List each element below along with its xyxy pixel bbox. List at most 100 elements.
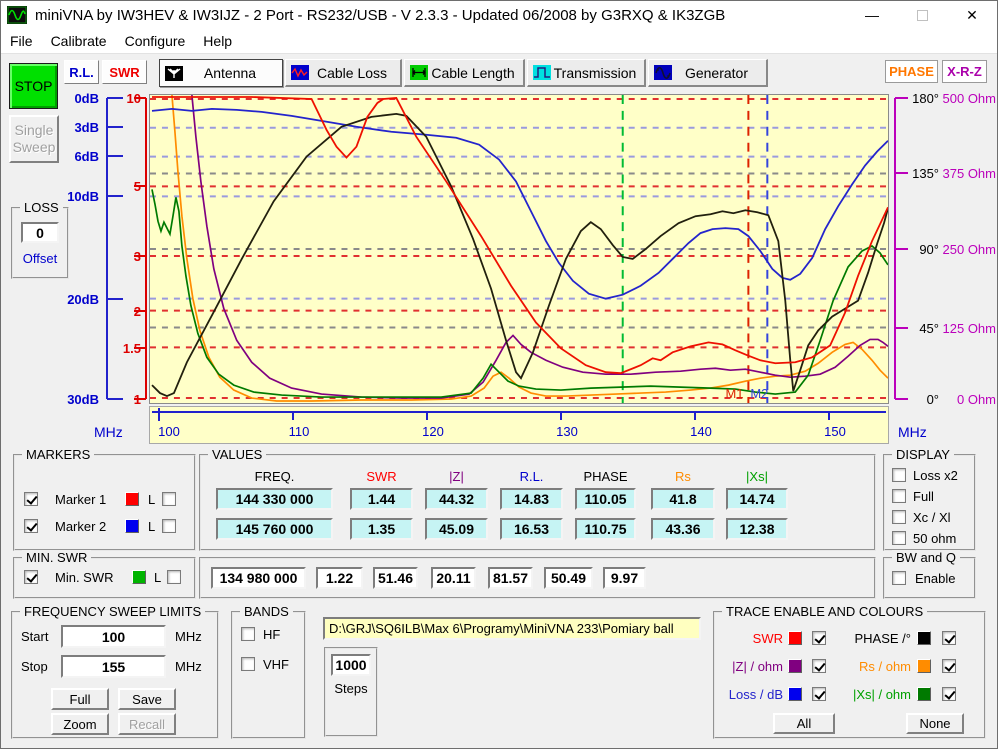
marker1-l-checkbox[interactable] — [162, 492, 176, 506]
menu-calibrate[interactable]: Calibrate — [42, 31, 116, 51]
min-swr-rs-value: 50.49 — [544, 567, 593, 589]
trace-xs-label: |Xs| / ohm — [843, 687, 911, 702]
tab-generator-label: Generator — [672, 65, 761, 81]
trace-rs-swatch[interactable] — [917, 659, 931, 673]
start-freq-field[interactable]: 100 — [61, 625, 166, 648]
trace-z-checkbox[interactable] — [812, 659, 826, 673]
single-sweep-label1: Single — [15, 122, 54, 139]
steps-field[interactable]: 1000 — [331, 654, 371, 676]
zoom-button[interactable]: Zoom — [51, 713, 109, 735]
db-scale-3: 3dB — [51, 120, 99, 135]
ohm-scale-125: 125 Ohm — [942, 321, 996, 336]
tab-antenna[interactable]: Antenna — [159, 59, 283, 87]
trace-loss-swatch[interactable] — [788, 687, 802, 701]
min-swr-checkbox[interactable] — [24, 570, 38, 584]
x-tick-120: 120 — [413, 424, 453, 439]
bwq-panel-title: BW and Q — [892, 550, 960, 565]
trace-xs-swatch[interactable] — [917, 687, 931, 701]
marker2-rs-value: 43.36 — [651, 518, 715, 540]
cable-length-icon — [410, 65, 428, 80]
trace-loss-checkbox[interactable] — [812, 687, 826, 701]
swr-button[interactable]: SWR — [102, 60, 147, 84]
full-sweep-button[interactable]: Full — [51, 688, 109, 710]
mhz-label-left: MHz — [94, 424, 123, 440]
marker1-color-swatch[interactable] — [125, 492, 139, 506]
header-freq: FREQ. — [216, 469, 333, 484]
start-label: Start — [21, 629, 48, 644]
x-tick-150: 150 — [815, 424, 855, 439]
trace-none-button[interactable]: None — [906, 713, 964, 734]
tab-cable-length-label: Cable Length — [428, 65, 518, 81]
min-swr-color-swatch[interactable] — [132, 570, 146, 584]
trace-all-button[interactable]: All — [773, 713, 835, 734]
db-scale-20: 20dB — [51, 292, 99, 307]
trace-xs-checkbox[interactable] — [942, 687, 956, 701]
save-button[interactable]: Save — [118, 688, 176, 710]
window-title: miniVNA by IW3HEV & IW3IJZ - 2 Port - RS… — [35, 7, 725, 24]
marker1-freq-value: 144 330 000 — [216, 488, 333, 510]
trace-z-swatch[interactable] — [788, 659, 802, 673]
x-tick-110: 110 — [279, 424, 319, 439]
marker2-label: Marker 2 — [55, 519, 106, 534]
tab-generator[interactable]: Generator — [648, 59, 768, 87]
menu-file[interactable]: File — [1, 31, 42, 51]
trace-loss-label: Loss / dB — [717, 687, 783, 702]
marker2-l-checkbox[interactable] — [162, 519, 176, 533]
hf-checkbox[interactable] — [241, 627, 255, 641]
trace-swr-checkbox[interactable] — [812, 631, 826, 645]
close-button[interactable]: ✕ — [947, 1, 997, 29]
trace-rs-checkbox[interactable] — [942, 659, 956, 673]
display-panel: DISPLAY Loss x2 Full Xc / Xl 50 ohm — [883, 454, 976, 551]
file-path-field[interactable]: D:\GRJ\SQ6ILB\Max 6\Programy\MiniVNA 233… — [323, 617, 701, 640]
deg-scale-90: 90° — [903, 242, 939, 257]
header-rs: Rs — [651, 469, 715, 484]
marker2-freq-value: 145 760 000 — [216, 518, 333, 540]
minimize-button[interactable]: — — [847, 1, 897, 29]
tab-transmission[interactable]: Transmission — [527, 59, 646, 87]
loss-offset-field[interactable]: 0 — [21, 222, 59, 243]
xc-xl-checkbox[interactable] — [892, 510, 906, 524]
trace-swr-swatch[interactable] — [788, 631, 802, 645]
fifty-ohm-checkbox[interactable] — [892, 531, 906, 545]
trace-phase-swatch[interactable] — [917, 631, 931, 645]
tab-antenna-label: Antenna — [183, 65, 277, 81]
tab-cable-loss[interactable]: Cable Loss — [285, 59, 402, 87]
marker2-color-swatch[interactable] — [125, 519, 139, 533]
full-checkbox[interactable] — [892, 489, 906, 503]
min-swr-freq-value: 134 980 000 — [211, 567, 306, 589]
ohm-scale-500: 500 Ohm — [942, 91, 996, 106]
vhf-checkbox[interactable] — [241, 657, 255, 671]
bwq-enable-checkbox[interactable] — [892, 571, 906, 585]
steps-label: Steps — [326, 681, 376, 696]
rl-button[interactable]: R.L. — [64, 60, 99, 84]
chart-plot-area: M1 M2 — [149, 94, 889, 404]
maximize-button — [897, 1, 947, 29]
marker2-checkbox[interactable] — [24, 519, 38, 533]
marker1-checkbox[interactable] — [24, 492, 38, 506]
trace-z-label: |Z| / ohm — [717, 659, 783, 674]
sweep-limits-panel: FREQUENCY SWEEP LIMITS Start 100 MHz Sto… — [11, 611, 219, 739]
tab-transmission-label: Transmission — [551, 65, 639, 81]
transmission-icon — [533, 65, 551, 80]
bwq-enable-label: Enable — [915, 571, 955, 586]
xrz-mode-button[interactable]: X-R-Z — [942, 60, 987, 83]
menu-help[interactable]: Help — [194, 31, 241, 51]
title-bar: miniVNA by IW3HEV & IW3IJZ - 2 Port - RS… — [1, 1, 997, 29]
min-swr-swr-value: 1.22 — [316, 567, 363, 589]
phase-mode-button[interactable]: PHASE — [885, 60, 938, 83]
min-swr-values-panel: 134 980 000 1.22 51.46 20.11 81.57 50.49… — [199, 557, 876, 599]
menu-configure[interactable]: Configure — [116, 31, 195, 51]
markers-panel: MARKERS Marker 1 L Marker 2 L — [13, 454, 196, 551]
min-swr-l-checkbox[interactable] — [167, 570, 181, 584]
deg-scale-0: 0° — [903, 392, 939, 407]
header-xs: |Xs| — [726, 469, 788, 484]
trace-phase-checkbox[interactable] — [942, 631, 956, 645]
tab-cable-length[interactable]: Cable Length — [404, 59, 525, 87]
deg-scale-45: 45° — [903, 321, 939, 336]
min-swr-l-label: L — [154, 570, 161, 585]
stop-freq-field[interactable]: 155 — [61, 655, 166, 678]
min-swr-xs-value: 9.97 — [603, 567, 646, 589]
values-panel-title: VALUES — [208, 447, 266, 462]
deg-scale-180: 180° — [903, 91, 939, 106]
loss-x2-checkbox[interactable] — [892, 468, 906, 482]
